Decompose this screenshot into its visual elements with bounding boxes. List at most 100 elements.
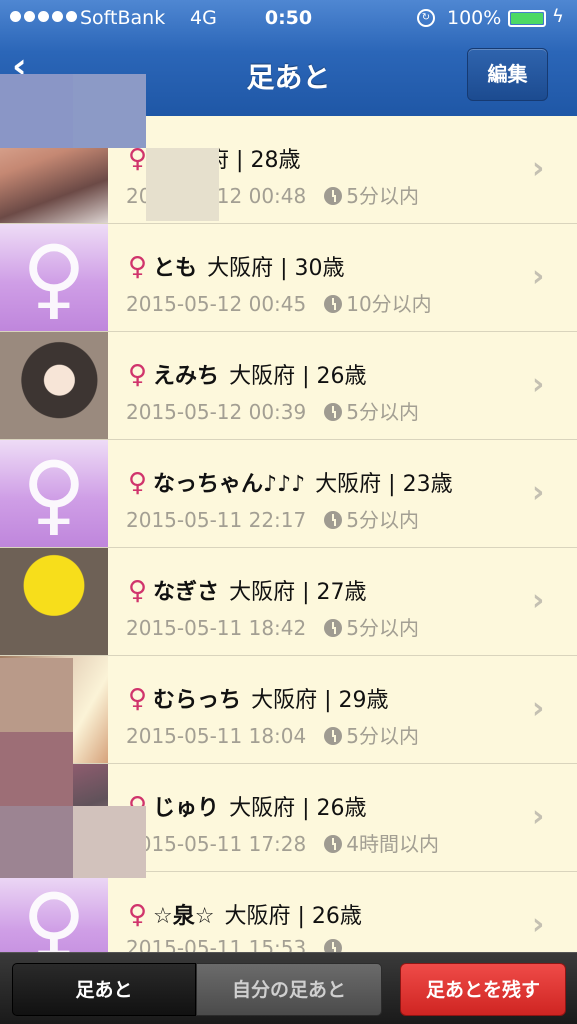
visitor-info: ♀ なっちゃん♪♪♪ 大阪府 | 23歳 xyxy=(128,468,453,498)
female-icon: ♀ xyxy=(128,252,148,282)
privacy-mosaic xyxy=(0,74,73,148)
visit-meta: 2015-05-12 00:39 5分以内 xyxy=(126,396,419,425)
clock-icon xyxy=(324,187,343,205)
chevron-right-icon: › xyxy=(532,799,545,834)
visitor-age: 28歳 xyxy=(250,148,301,173)
visit-meta: 2015-05-11 17:28 4時間以内 xyxy=(126,828,439,857)
avatar xyxy=(0,332,108,439)
female-symbol-icon: ♀ xyxy=(21,442,87,545)
privacy-mosaic xyxy=(73,806,146,878)
visitor-age: 26歳 xyxy=(316,796,367,821)
visitor-prefecture: 大阪府 xyxy=(229,796,296,821)
visitor-prefecture: 大阪府 xyxy=(207,256,274,281)
default-female-avatar: ♀ xyxy=(0,440,108,547)
visitor-info: ♀ ☆泉☆ 大阪府 | 26歳 xyxy=(128,900,362,930)
list-item[interactable]: ♀ むらっち 大阪府 | 29歳 2015-05-11 18:04 5分以内 › xyxy=(0,656,577,764)
login-recency: 5分以内 xyxy=(346,724,419,748)
privacy-mosaic xyxy=(146,148,219,221)
app-screen: SoftBank 4G 0:50 ↻ 100% ϟ ‹ 足あと 編集 ♀大阪府 … xyxy=(0,0,577,1024)
tab-my-footprints[interactable]: 自分の足あと xyxy=(196,963,382,1016)
edit-button[interactable]: 編集 xyxy=(467,48,548,101)
chevron-right-icon: › xyxy=(532,367,545,402)
visit-meta: 2015-05-11 22:17 5分以内 xyxy=(126,504,419,533)
visitor-info: ♀ とも 大阪府 | 30歳 xyxy=(128,252,345,282)
visit-datetime: 2015-05-12 00:39 xyxy=(126,400,307,424)
visit-meta: 2015-05-11 15:53 xyxy=(126,936,346,952)
visitor-info: ♀ えみち 大阪府 | 26歳 xyxy=(128,360,367,390)
login-recency: 5分以内 xyxy=(346,400,419,424)
list-item[interactable]: ♀ ♀ なっちゃん♪♪♪ 大阪府 | 23歳 2015-05-11 22:17 5分以内 › xyxy=(0,440,577,548)
clock-icon xyxy=(324,295,343,313)
privacy-mosaic xyxy=(0,658,73,732)
default-female-avatar: ♀ xyxy=(0,872,108,952)
visitor-age: 26歳 xyxy=(316,364,367,389)
visit-datetime: 2015-05-11 22:17 xyxy=(126,508,307,532)
female-icon: ♀ xyxy=(128,144,148,174)
chevron-right-icon: › xyxy=(532,151,545,186)
visitor-prefecture: 大阪府 xyxy=(315,472,382,497)
visit-meta: 2015-05-12 00:45 10分以内 xyxy=(126,288,432,317)
visit-datetime: 2015-05-12 00:45 xyxy=(126,292,307,316)
battery-icon xyxy=(508,10,546,27)
visit-datetime: 2015-05-11 18:42 xyxy=(126,616,307,640)
clock-icon xyxy=(324,511,343,529)
privacy-mosaic xyxy=(0,732,73,806)
visitor-name: ☆泉☆ xyxy=(153,904,215,929)
clock-icon xyxy=(324,835,343,853)
female-icon: ♀ xyxy=(128,360,148,390)
female-symbol-icon: ♀ xyxy=(21,226,87,329)
battery-percent: 100% xyxy=(447,7,502,29)
visitor-name: なぎさ xyxy=(153,580,220,605)
visitor-info: ♀じゅり大阪府 | 26歳 xyxy=(128,790,366,822)
visitor-name: なっちゃん♪♪♪ xyxy=(153,472,306,497)
clock-icon xyxy=(324,619,343,637)
visit-datetime: 2015-05-11 15:53 xyxy=(126,936,307,952)
chevron-right-icon: › xyxy=(532,475,545,510)
list-item[interactable]: ♀ ♀ ☆泉☆ 大阪府 | 26歳 2015-05-11 15:53 › xyxy=(0,872,577,952)
avatar xyxy=(0,548,108,655)
visit-meta: 2015-05-11 18:04 5分以内 xyxy=(126,720,419,749)
visitor-age: 23歳 xyxy=(402,472,453,497)
rotation-lock-icon: ↻ xyxy=(417,9,435,27)
bottom-tab-bar: 足あと 自分の足あと 足あとを残す xyxy=(0,952,577,1024)
privacy-mosaic xyxy=(73,74,146,148)
visitor-info: ♀ むらっち 大阪府 | 29歳 xyxy=(128,684,389,714)
visit-datetime: 2015-05-11 17:28 xyxy=(126,832,307,856)
charging-icon: ϟ xyxy=(552,6,564,27)
visit-meta: 2015-05-11 18:42 5分以内 xyxy=(126,612,419,641)
chevron-right-icon: › xyxy=(532,259,545,294)
visitor-name: じゅり xyxy=(153,796,220,821)
visitor-age: 30歳 xyxy=(294,256,345,281)
clock-icon xyxy=(324,939,343,952)
list-item[interactable]: ♀ なぎさ 大阪府 | 27歳 2015-05-11 18:42 5分以内 › xyxy=(0,548,577,656)
tab-footprints[interactable]: 足あと xyxy=(12,963,196,1016)
visitor-prefecture: 大阪府 xyxy=(251,688,318,713)
female-icon: ♀ xyxy=(128,576,148,606)
visitor-age: 29歳 xyxy=(338,688,389,713)
clock-icon xyxy=(324,403,343,421)
female-icon: ♀ xyxy=(128,900,148,930)
login-recency: 5分以内 xyxy=(346,184,419,208)
visitor-name: むらっち xyxy=(153,688,242,713)
visitor-age: 26歳 xyxy=(311,904,362,929)
privacy-mosaic xyxy=(0,806,73,878)
login-recency: 10分以内 xyxy=(346,292,432,316)
visitor-age: 27歳 xyxy=(316,580,367,605)
login-recency: 5分以内 xyxy=(346,508,419,532)
login-recency: 5分以内 xyxy=(346,616,419,640)
female-icon: ♀ xyxy=(128,684,148,714)
female-icon: ♀ xyxy=(128,468,148,498)
visitor-prefecture: 大阪府 xyxy=(229,364,296,389)
list-item[interactable]: ♀ えみち 大阪府 | 26歳 2015-05-12 00:39 5分以内 › xyxy=(0,332,577,440)
chevron-right-icon: › xyxy=(532,583,545,618)
login-recency: 4時間以内 xyxy=(346,832,439,856)
leave-footprint-button[interactable]: 足あとを残す xyxy=(400,963,566,1016)
status-bar: SoftBank 4G 0:50 ↻ 100% ϟ xyxy=(0,0,577,38)
visitor-name: えみち xyxy=(153,364,220,389)
list-item[interactable]: ♀ ♀ とも 大阪府 | 30歳 2015-05-12 00:45 10分以内 › xyxy=(0,224,577,332)
visitor-prefecture: 大阪府 xyxy=(224,904,291,929)
visitor-name: とも xyxy=(153,256,198,281)
chevron-right-icon: › xyxy=(532,907,545,942)
visit-datetime: 2015-05-11 18:04 xyxy=(126,724,307,748)
visitor-prefecture: 大阪府 xyxy=(229,580,296,605)
